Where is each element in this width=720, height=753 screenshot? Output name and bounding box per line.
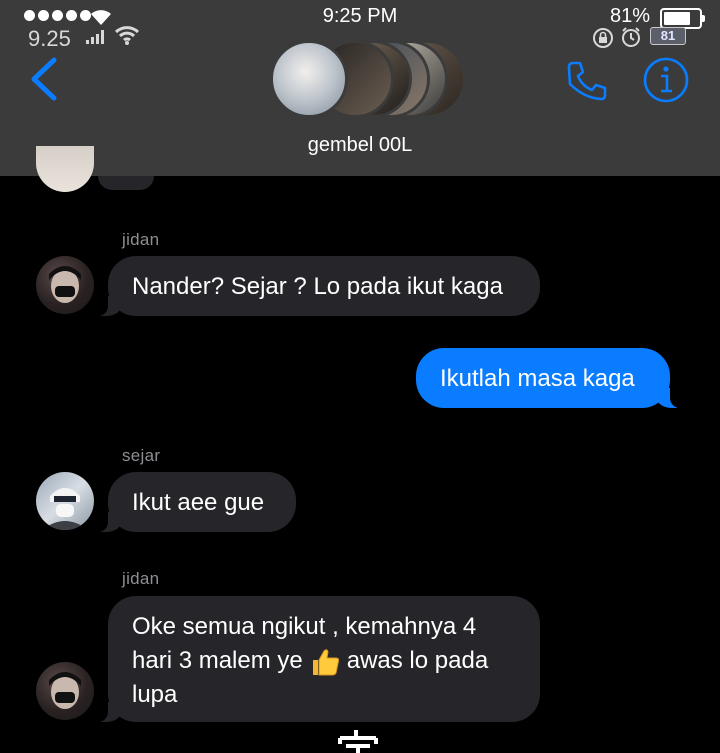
message-bubble[interactable]: Ikut aee gue <box>94 472 296 532</box>
message-bubble[interactable]: Nander? Sejar ? Lo pada ikut kaga <box>94 256 540 316</box>
message-text-line: hari 3 malem ye awas lo pada <box>132 644 516 678</box>
group-avatar-stack[interactable] <box>270 38 466 118</box>
back-chevron-icon[interactable] <box>26 56 62 102</box>
member-avatar <box>270 40 348 118</box>
message-bubble <box>98 176 154 190</box>
message-text-line: Oke semua ngikut , kemahnya 4 <box>132 613 477 640</box>
group-name[interactable]: gembel 00L <box>0 134 720 157</box>
sender-name: sejar <box>122 446 161 465</box>
avatar <box>36 146 94 192</box>
carrier-label: 9.25 <box>28 26 71 51</box>
partial-sticker-icon <box>338 730 378 753</box>
message-text-line: lupa <box>132 681 178 708</box>
alarm-icon <box>622 27 640 47</box>
signal-icon <box>86 30 104 44</box>
message-text: Ikutlah masa kaga <box>440 364 635 392</box>
message-bubble[interactable]: Oke semua ngikut , kemahnya 4 hari 3 mal… <box>94 596 540 722</box>
avatar-sejar-image <box>42 488 88 530</box>
battery-percent: 81% <box>610 5 651 27</box>
sender-name: jidan <box>122 230 160 249</box>
avatar <box>36 472 94 530</box>
message-text: Ikut aee gue <box>132 488 265 516</box>
message-bubble-outgoing[interactable]: Ikutlah masa kaga <box>416 348 684 408</box>
thumbs-up-icon <box>312 648 339 676</box>
message-text: hari 3 malem ye <box>132 647 303 674</box>
message-text: Nander? Sejar ? Lo pada ikut kaga <box>132 272 503 300</box>
lock-icon <box>593 28 613 48</box>
sender-name: jidan <box>122 569 160 588</box>
avatar <box>36 256 94 314</box>
avatar-jidan-image <box>49 672 81 709</box>
info-icon[interactable] <box>642 56 690 104</box>
battery-icon <box>660 8 705 29</box>
message-text: awas lo pada <box>346 647 489 674</box>
avatar-jidan-image <box>49 266 81 303</box>
conversation-header: 9.25 9:25 PM 81% 81 gembel 00L <box>0 0 720 176</box>
phone-icon[interactable] <box>564 58 610 104</box>
avatar <box>36 662 94 720</box>
battery-badge: 81 <box>650 27 686 45</box>
